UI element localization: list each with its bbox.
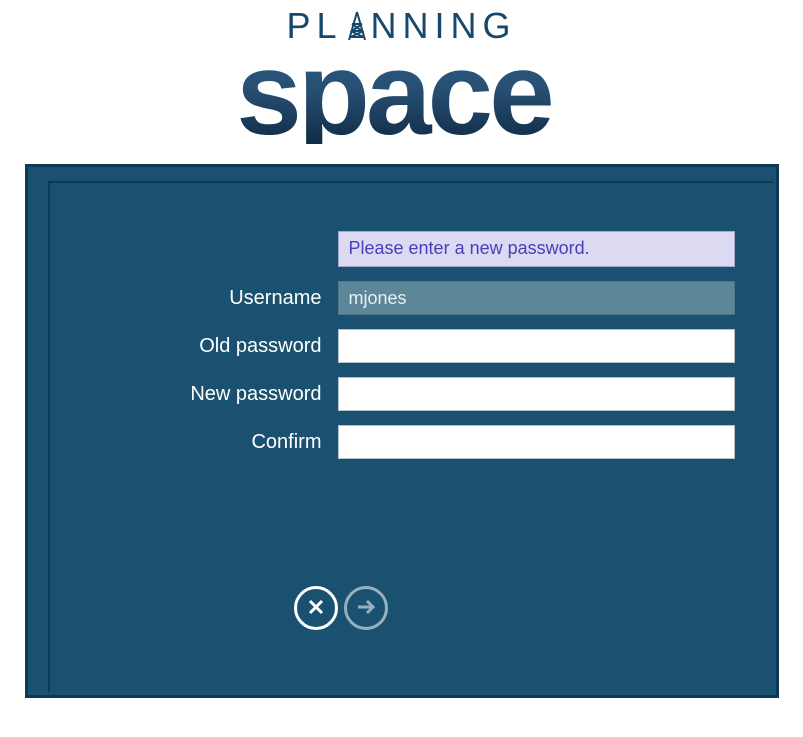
app-logo: PLNNING space™ — [0, 0, 803, 144]
username-field — [338, 281, 735, 315]
close-icon — [306, 597, 326, 620]
new-password-field[interactable] — [338, 377, 735, 411]
cancel-button[interactable] — [294, 586, 338, 630]
login-panel: Please enter a new password. Username Ol… — [25, 164, 779, 698]
action-bar — [294, 586, 388, 630]
panel-inner: Please enter a new password. Username Ol… — [48, 181, 773, 692]
username-label: Username — [70, 287, 338, 310]
instruction-message: Please enter a new password. — [338, 231, 735, 267]
change-password-form: Please enter a new password. Username Ol… — [70, 231, 735, 473]
new-password-label: New password — [70, 383, 338, 406]
confirm-password-field[interactable] — [338, 425, 735, 459]
old-password-label: Old password — [70, 335, 338, 358]
confirm-label: Confirm — [70, 431, 338, 454]
old-password-field[interactable] — [338, 329, 735, 363]
submit-button[interactable] — [344, 586, 388, 630]
arrow-right-icon — [355, 597, 377, 620]
logo-line2: space — [236, 44, 551, 144]
